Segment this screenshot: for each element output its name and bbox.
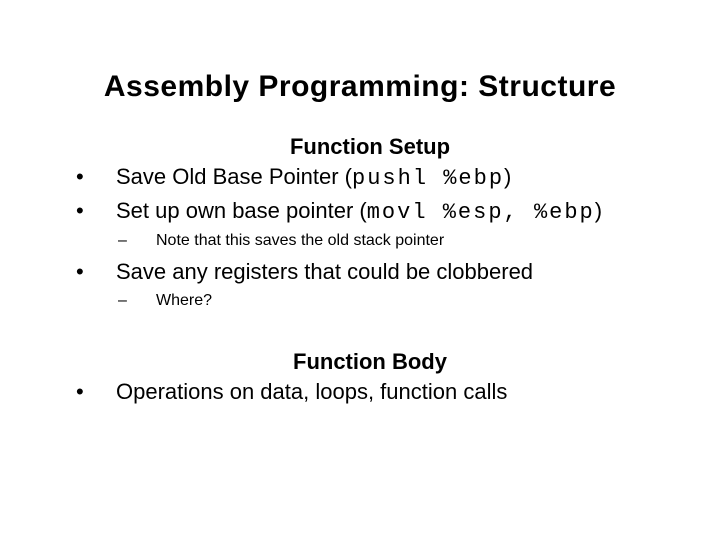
bullet-text: Set up own base pointer ( (116, 198, 367, 223)
sub-bullet-item: Note that this saves the old stack point… (70, 229, 670, 253)
sub-bullet-list: Note that this saves the old stack point… (70, 229, 670, 253)
sub-bullet-list: Where? (70, 289, 670, 313)
bullet-text: Save Old Base Pointer ( (116, 164, 352, 189)
bullet-text: ) (504, 164, 511, 189)
bullet-item: Save any registers that could be clobber… (70, 257, 670, 287)
slide: Assembly Programming: Structure Function… (0, 0, 720, 540)
bullet-list-2: Operations on data, loops, function call… (70, 377, 670, 407)
bullet-text: ) (595, 198, 602, 223)
slide-title: Assembly Programming: Structure (0, 0, 720, 134)
bullet-item: Save Old Base Pointer (pushl %ebp) (70, 162, 670, 194)
bullet-item: Set up own base pointer (movl %esp, %ebp… (70, 196, 670, 228)
slide-body: Function Setup Save Old Base Pointer (pu… (0, 134, 720, 407)
bullet-text: Operations on data, loops, function call… (116, 379, 507, 404)
bullet-text: Save any registers that could be clobber… (116, 259, 533, 284)
bullet-list-1: Save Old Base Pointer (pushl %ebp) Set u… (70, 162, 670, 227)
bullet-list-1b: Save any registers that could be clobber… (70, 257, 670, 287)
sub-bullet-item: Where? (70, 289, 670, 313)
section-heading-body: Function Body (70, 349, 670, 375)
section-heading-setup: Function Setup (70, 134, 670, 160)
code-text: pushl %ebp (352, 166, 504, 191)
bullet-item: Operations on data, loops, function call… (70, 377, 670, 407)
code-text: movl %esp, %ebp (367, 200, 595, 225)
